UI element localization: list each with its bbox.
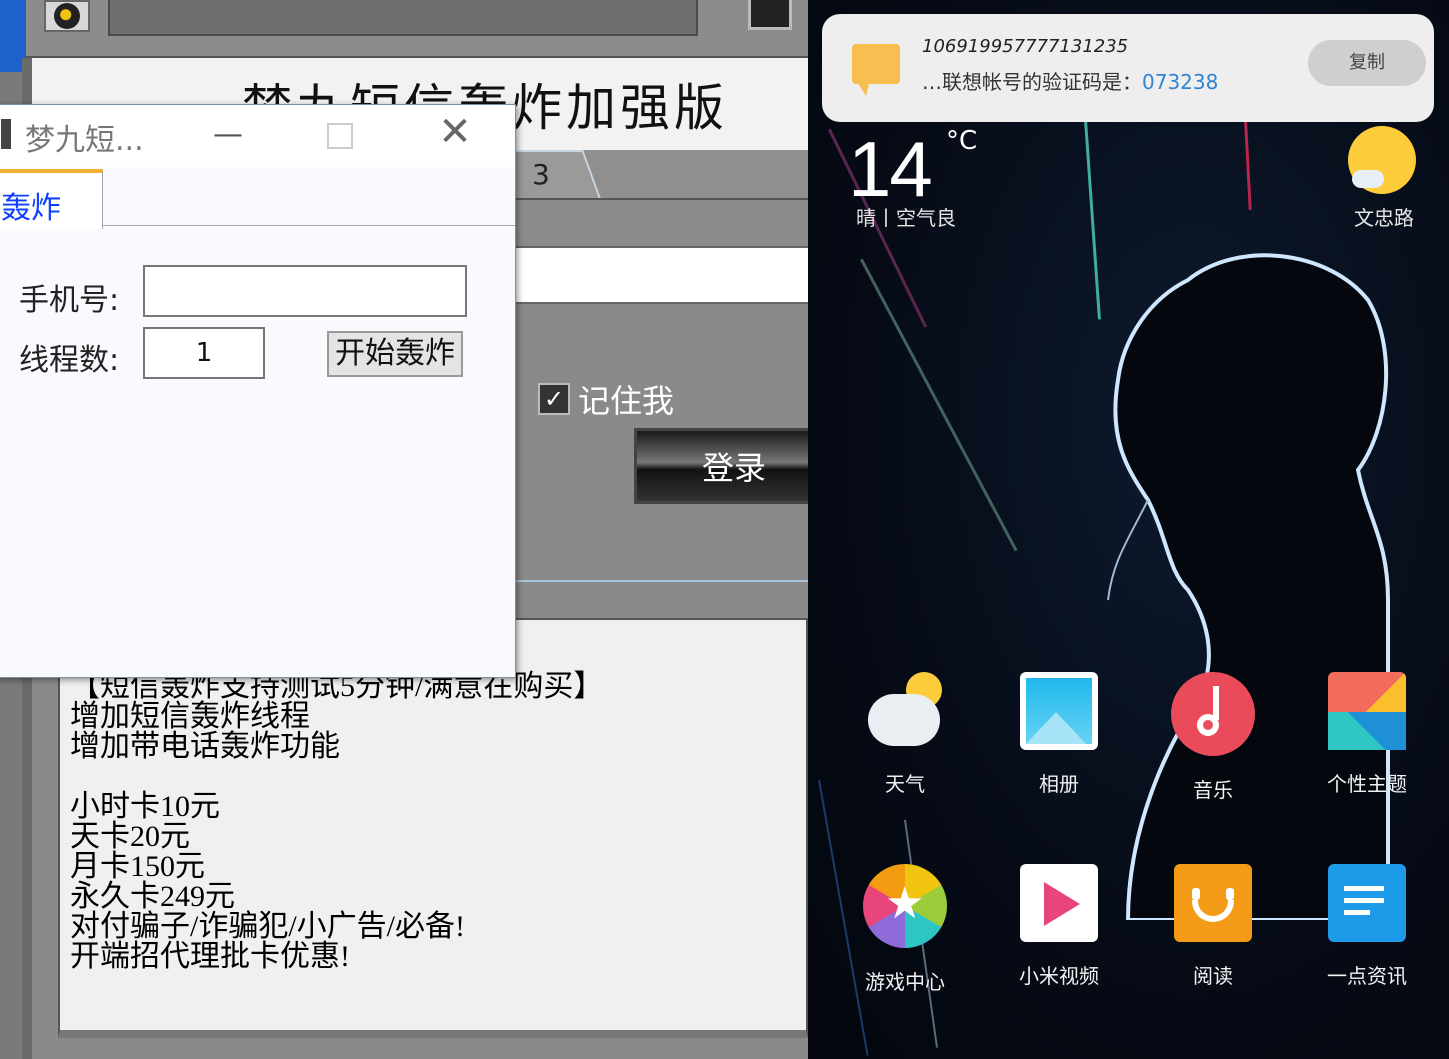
app-label: 音乐 <box>1193 778 1233 802</box>
info-textbox[interactable]: 【短信轰炸支持测试5分钟/满意在购买】 增加短信轰炸线程 增加带电话轰炸功能 小时卡… <box>58 618 808 1038</box>
dialog-app-icon <box>1 119 11 149</box>
temperature-unit: °C <box>946 126 978 156</box>
remember-label: 记住我 <box>578 382 675 420</box>
character-silhouette <box>1107 253 1390 920</box>
dialog-titlebar: 梦九短... — ✕ <box>0 105 515 167</box>
info-line <box>70 762 603 792</box>
app-weather[interactable]: 天气 <box>840 672 970 797</box>
app-news[interactable]: 一点资讯 <box>1302 864 1432 989</box>
tab-bomb-label: 轰炸 <box>1 191 61 226</box>
video-icon <box>1020 864 1098 942</box>
weather-location: 文忠路 <box>1354 206 1414 230</box>
info-line: 月卡150元 <box>70 850 205 883</box>
app-themes[interactable]: 个性主题 <box>1302 672 1432 797</box>
login-button[interactable]: 登录 <box>634 428 808 504</box>
toolbar-field[interactable] <box>108 0 698 36</box>
notification-text: …联想帐号的验证码是： <box>922 70 1142 94</box>
info-line: 天卡20元 <box>70 820 190 853</box>
remember-checkbox[interactable]: ✓ <box>538 383 570 415</box>
weather-icon <box>866 672 944 750</box>
maximize-button[interactable] <box>327 123 353 149</box>
notification-sender: 106919957777131235 <box>922 36 1129 57</box>
app-label: 天气 <box>885 772 925 796</box>
app-label: 个性主题 <box>1327 772 1407 796</box>
app-game-center[interactable]: ★ 游戏中心 <box>840 864 970 995</box>
info-line: 开端招代理批卡优惠! <box>70 940 350 973</box>
info-line: 增加短信轰炸线程 <box>70 700 310 733</box>
thread-count-input[interactable]: 1 <box>143 327 265 379</box>
weather-description: 晴丨空气良 <box>856 206 956 230</box>
reader-icon <box>1174 864 1252 942</box>
notification-message: …联想帐号的验证码是：073238 <box>922 66 1218 95</box>
main-tab-label: 3 <box>532 158 550 191</box>
info-text: 【短信轰炸支持测试5分钟/满意在购买】 增加短信轰炸线程 增加带电话轰炸功能 小时卡… <box>70 672 603 972</box>
thread-count-label: 线程数: <box>19 343 120 378</box>
gallery-icon <box>1020 672 1098 750</box>
close-button[interactable]: ✕ <box>435 109 475 159</box>
app-music[interactable]: 音乐 <box>1148 672 1278 803</box>
app-label: 一点资讯 <box>1327 964 1407 988</box>
start-bombing-button[interactable]: 开始轰炸 <box>327 331 463 377</box>
app-gallery[interactable]: 相册 <box>994 672 1124 797</box>
sms-notification[interactable]: 106919957777131235 …联想帐号的验证码是：073238 复制 <box>822 14 1434 122</box>
phone-number-input[interactable] <box>143 265 467 317</box>
app-disc-icon[interactable] <box>44 0 90 32</box>
phone-number-label: 手机号: <box>19 283 120 318</box>
phone-home-screen: 106919957777131235 …联想帐号的验证码是：073238 复制 … <box>808 0 1449 1059</box>
dialog-title: 梦九短... <box>25 123 144 158</box>
app-label: 小米视频 <box>1019 964 1099 988</box>
light-streak <box>1244 119 1252 210</box>
info-line: 小时卡10元 <box>70 790 220 823</box>
toolbar-button[interactable] <box>748 0 792 30</box>
desktop-screenshot: 梦九短信轰炸加强版 3 ✓ 记住我 登录 【短信轰炸支持测试5分钟/满意在购买】… <box>0 0 808 1059</box>
app-label: 游戏中心 <box>865 970 945 994</box>
message-icon <box>852 44 900 96</box>
copy-button[interactable]: 复制 <box>1308 40 1426 86</box>
verification-code: 073238 <box>1142 70 1219 94</box>
themes-icon <box>1328 672 1406 750</box>
app-label: 阅读 <box>1193 964 1233 988</box>
remember-me[interactable]: ✓ 记住我 <box>538 376 674 422</box>
info-line: 对付骗子/诈骗犯/小广告/必备! <box>70 910 465 943</box>
bomber-dialog: 梦九短... — ✕ 轰炸 手机号: 线程数: 1 开始轰炸 <box>0 104 516 678</box>
app-label: 相册 <box>1039 772 1079 796</box>
game-center-icon: ★ <box>863 864 947 948</box>
info-line: 增加带电话轰炸功能 <box>70 730 340 763</box>
music-icon <box>1171 672 1255 756</box>
password-field[interactable] <box>512 246 808 304</box>
cloud-icon <box>1352 170 1384 188</box>
app-video[interactable]: 小米视频 <box>994 864 1124 989</box>
minimize-button[interactable]: — <box>213 117 243 153</box>
tab-underline <box>103 225 515 226</box>
tab-bomb[interactable]: 轰炸 <box>0 169 103 229</box>
news-icon <box>1328 864 1406 942</box>
info-line: 永久卡249元 <box>70 880 235 913</box>
app-reader[interactable]: 阅读 <box>1148 864 1278 989</box>
light-streak <box>860 258 1018 552</box>
